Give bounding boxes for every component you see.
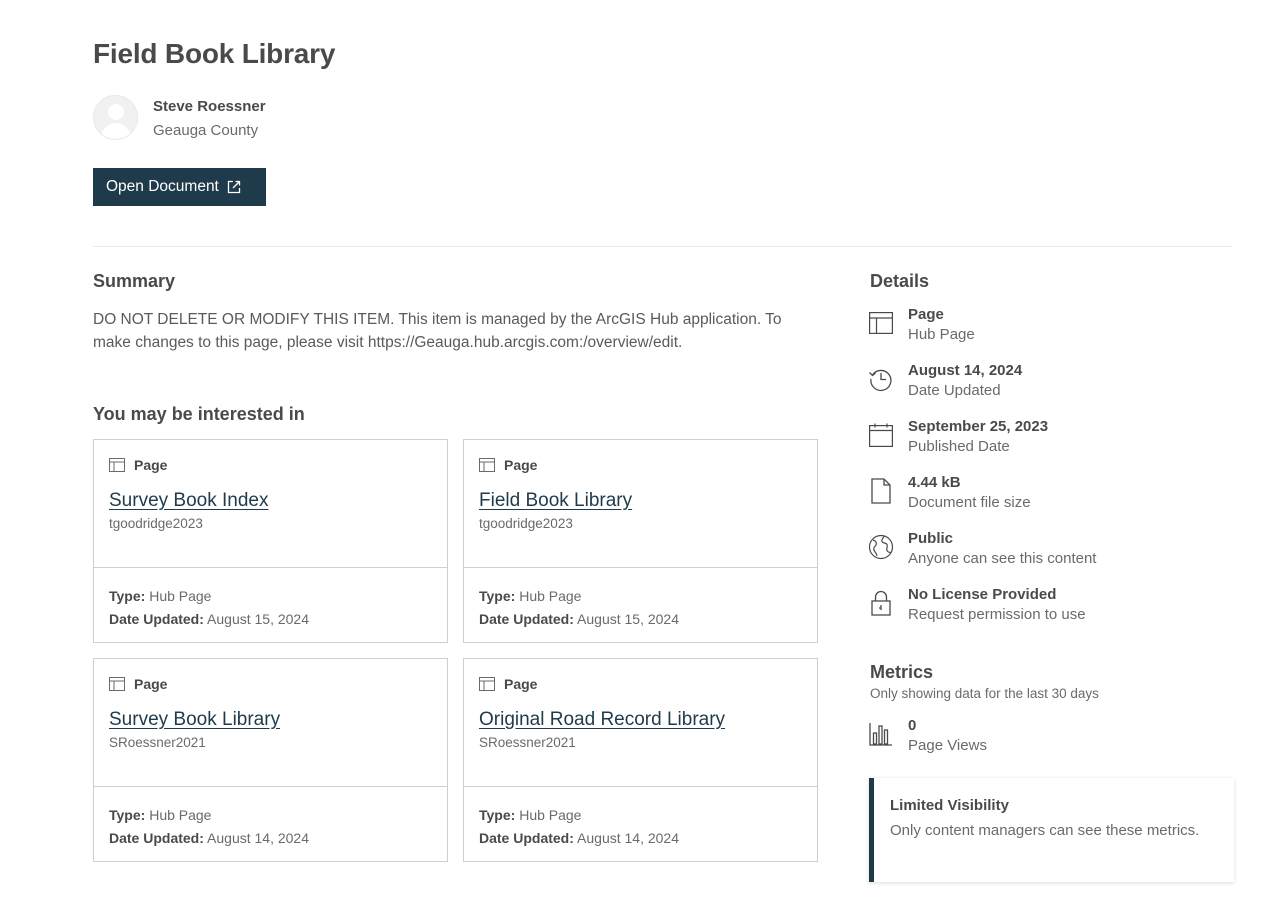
type-label: Type: xyxy=(479,807,516,823)
page-layout-icon xyxy=(479,458,495,472)
metrics-heading: Metrics xyxy=(870,662,934,682)
detail-main: Public xyxy=(908,530,954,547)
globe-icon xyxy=(868,534,894,560)
date-label: Date Updated: xyxy=(479,611,574,627)
detail-item-type: Page Hub Page xyxy=(868,305,975,345)
card-kind: Page xyxy=(504,457,538,473)
open-document-label: Open Document xyxy=(106,178,219,195)
page-views-value: 0 xyxy=(908,717,917,734)
page-views-label: Page Views xyxy=(908,737,987,754)
card-kind: Page xyxy=(504,676,538,692)
card-date-value: August 15, 2024 xyxy=(577,611,680,627)
related-heading: You may be interested in xyxy=(93,404,305,424)
divider xyxy=(93,246,1232,247)
detail-sub: Published Date xyxy=(908,438,1010,455)
card-date-value: August 14, 2024 xyxy=(207,830,310,846)
lock-icon xyxy=(871,590,891,616)
card-date-value: August 14, 2024 xyxy=(577,830,680,846)
notice-text: Only content managers can see these metr… xyxy=(890,822,1200,839)
author-block: Steve Roessner Geauga County xyxy=(93,95,266,141)
bar-chart-icon xyxy=(869,723,892,746)
avatar xyxy=(93,95,138,140)
open-document-button[interactable]: Open Document xyxy=(93,168,266,206)
author-organization: Geauga County xyxy=(153,122,259,139)
card-type-value: Hub Page xyxy=(519,588,582,604)
card-type-value: Hub Page xyxy=(149,588,212,604)
type-label: Type: xyxy=(109,807,146,823)
card-title-link[interactable]: Survey Book Library xyxy=(109,709,280,731)
card-date-value: August 15, 2024 xyxy=(207,611,310,627)
card-type-value: Hub Page xyxy=(149,807,212,823)
limited-visibility-notice: Limited Visibility Only content managers… xyxy=(869,778,1234,882)
detail-item-access: Public Anyone can see this content xyxy=(868,529,1096,569)
related-card: Page Survey Book Library SRoessner2021 T… xyxy=(93,658,448,862)
detail-main: August 14, 2024 xyxy=(908,362,1023,379)
page-layout-icon xyxy=(109,677,125,691)
history-icon xyxy=(869,369,892,392)
detail-sub: Anyone can see this content xyxy=(908,550,1097,567)
card-title-link[interactable]: Survey Book Index xyxy=(109,490,268,512)
page-layout-icon xyxy=(479,677,495,691)
type-label: Type: xyxy=(479,588,516,604)
author-name: Steve Roessner xyxy=(153,98,266,115)
card-kind: Page xyxy=(134,676,168,692)
detail-main: No License Provided xyxy=(908,586,1057,603)
calendar-icon xyxy=(869,423,893,447)
detail-main: 4.44 kB xyxy=(908,474,961,491)
related-card: Page Original Road Record Library SRoess… xyxy=(463,658,818,862)
page-layout-icon xyxy=(109,458,125,472)
notice-title: Limited Visibility xyxy=(890,797,1009,814)
file-icon xyxy=(871,478,891,504)
date-label: Date Updated: xyxy=(479,830,574,846)
detail-item-published: September 25, 2023 Published Date xyxy=(868,417,1048,457)
card-owner: tgoodridge2023 xyxy=(479,516,573,531)
card-title-link[interactable]: Original Road Record Library xyxy=(479,709,725,731)
detail-sub: Hub Page xyxy=(908,326,975,343)
detail-main: September 25, 2023 xyxy=(908,418,1049,435)
detail-item-size: 4.44 kB Document file size xyxy=(868,473,1031,513)
details-heading: Details xyxy=(870,271,930,291)
card-kind: Page xyxy=(134,457,168,473)
detail-item-license: No License Provided Request permission t… xyxy=(868,585,1086,625)
detail-sub: Request permission to use xyxy=(908,606,1086,623)
card-owner: SRoessner2021 xyxy=(109,735,206,750)
metrics-note: Only showing data for the last 30 days xyxy=(870,686,1099,701)
summary-heading: Summary xyxy=(93,271,176,291)
page-layout-icon xyxy=(869,312,893,334)
card-title-link[interactable]: Field Book Library xyxy=(479,490,632,512)
detail-item-updated: August 14, 2024 Date Updated xyxy=(868,361,1022,401)
type-label: Type: xyxy=(109,588,146,604)
related-card: Page Field Book Library tgoodridge2023 T… xyxy=(463,439,818,643)
card-owner: SRoessner2021 xyxy=(479,735,576,750)
page-title: Field Book Library xyxy=(93,38,336,69)
summary-text: DO NOT DELETE OR MODIFY THIS ITEM. This … xyxy=(93,311,782,351)
metric-page-views: 0 Page Views xyxy=(868,716,987,756)
external-link-icon xyxy=(227,180,241,194)
card-type-value: Hub Page xyxy=(519,807,582,823)
detail-main: Page xyxy=(908,306,944,323)
detail-sub: Document file size xyxy=(908,494,1031,511)
detail-sub: Date Updated xyxy=(908,382,1001,399)
related-card: Page Survey Book Index tgoodridge2023 Ty… xyxy=(93,439,448,643)
date-label: Date Updated: xyxy=(109,830,204,846)
card-owner: tgoodridge2023 xyxy=(109,516,203,531)
date-label: Date Updated: xyxy=(109,611,204,627)
